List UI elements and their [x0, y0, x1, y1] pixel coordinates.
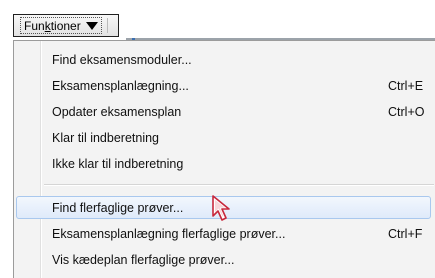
menu-item-label: Ikke klar til indberetning: [52, 156, 184, 171]
menu-item-shortcut: Ctrl+O: [388, 104, 425, 119]
menu-item-eksamensplanlaegning[interactable]: Eksamensplanlægning... Ctrl+E: [16, 74, 431, 97]
menu-item-opdater-eksamensplan[interactable]: Opdater eksamensplan Ctrl+O: [16, 100, 431, 123]
menu-item-shortcut: Ctrl+E: [388, 78, 424, 93]
menu-item-label: Eksamensplanlægning...: [52, 78, 189, 93]
menu-item-label: Klar til indberetning: [52, 130, 160, 145]
menu-item-ikke-klar-til-indberetning[interactable]: Ikke klar til indberetning: [16, 152, 431, 175]
menu-item-find-eksamensmoduler[interactable]: Find eksamensmoduler...: [16, 48, 431, 71]
menu-item-label: Eksamensplanlægning flerfaglige prøver..…: [52, 226, 286, 241]
menu-item-label: Find eksamensmoduler...: [52, 52, 192, 67]
menu-separator: [44, 184, 434, 186]
menu-item-shortcut: Ctrl+F: [388, 226, 423, 241]
caret-down-icon: [85, 21, 98, 30]
menu-item-label: Find flerfaglige prøver...: [52, 200, 184, 215]
button-separator: [107, 18, 114, 33]
funktioner-menu-button-focus: Funktioner: [20, 17, 102, 34]
mouse-pointer-icon: [212, 195, 230, 221]
menu-item-label: Vis kædeplan flerfaglige prøver...: [52, 252, 235, 267]
funktioner-dropdown-menu: Find eksamensmoduler... Eksamensplanlægn…: [13, 40, 435, 278]
screenshot-stage: Funktioner Find eksamensmoduler... Eksam…: [0, 0, 435, 278]
funktioner-menu-button[interactable]: Funktioner: [13, 14, 119, 37]
menu-item-label: Opdater eksamensplan: [52, 104, 182, 119]
menu-item-vis-kaedeplan-flerfaglige[interactable]: Vis kædeplan flerfaglige prøver...: [16, 248, 431, 271]
menu-item-eksamensplanlaegning-flerfaglige[interactable]: Eksamensplanlægning flerfaglige prøver..…: [16, 222, 431, 245]
funktioner-menu-label: Funktioner: [24, 18, 81, 33]
menu-item-klar-til-indberetning[interactable]: Klar til indberetning: [16, 126, 431, 149]
